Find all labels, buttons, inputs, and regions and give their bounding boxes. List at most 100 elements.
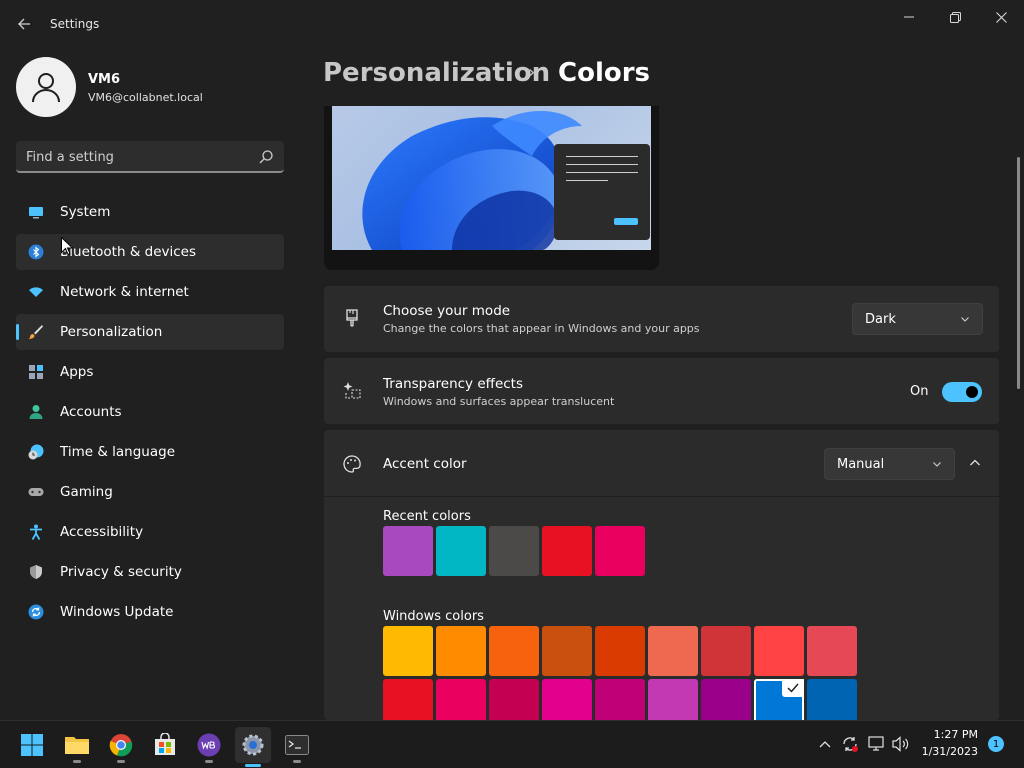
- transparency-card: Transparency effects Windows and surface…: [324, 358, 999, 424]
- network-wired-icon: [868, 736, 884, 751]
- transparency-title: Transparency effects: [383, 376, 523, 392]
- clock-globe-icon: [28, 444, 44, 460]
- chevron-down-icon: [933, 462, 941, 467]
- taskbar-terminal[interactable]: [283, 731, 311, 763]
- search-icon[interactable]: [258, 149, 274, 165]
- sidebar-item-label: Privacy & security: [60, 564, 182, 580]
- checkmark-icon: [782, 679, 804, 697]
- color-swatch[interactable]: [383, 626, 433, 676]
- sidebar-item-time-language[interactable]: Time & language: [16, 434, 284, 470]
- taskbar-file-explorer[interactable]: [63, 731, 91, 763]
- color-swatch[interactable]: [383, 526, 433, 576]
- sample-accent-button: [614, 218, 638, 225]
- store-icon: [155, 733, 175, 755]
- restore-button[interactable]: [932, 6, 978, 28]
- minimize-button[interactable]: [886, 6, 932, 28]
- running-indicator: [293, 760, 301, 763]
- color-swatch[interactable]: [436, 626, 486, 676]
- breadcrumb-parent[interactable]: Personalization: [323, 58, 550, 88]
- paintbrush-icon: [346, 309, 358, 327]
- taskbar-store[interactable]: [151, 731, 179, 759]
- sidebar-item-system[interactable]: System: [16, 194, 284, 230]
- sidebar-item-label: Time & language: [60, 444, 176, 460]
- taskbar: [0, 720, 1024, 768]
- start-button[interactable]: [18, 731, 46, 759]
- color-swatch[interactable]: [489, 626, 539, 676]
- color-swatch[interactable]: [648, 626, 698, 676]
- mode-title: Choose your mode: [383, 303, 511, 319]
- palette-icon: [343, 455, 361, 473]
- collapse-button[interactable]: [964, 452, 986, 474]
- sidebar-item-gaming[interactable]: Gaming: [16, 474, 284, 510]
- tray-volume[interactable]: [892, 735, 910, 753]
- sample-line: [566, 172, 638, 173]
- sidebar-item-bluetooth[interactable]: Bluetooth & devices: [16, 234, 284, 270]
- running-indicator: [73, 760, 81, 763]
- shield-icon: [30, 565, 42, 579]
- back-button[interactable]: [12, 12, 36, 36]
- avatar[interactable]: [16, 57, 76, 117]
- tray-network[interactable]: [868, 735, 886, 753]
- arrow-left-icon: [18, 18, 30, 30]
- color-swatch[interactable]: [542, 526, 592, 576]
- page-title: Colors: [558, 58, 651, 88]
- chevron-up-icon: [970, 459, 980, 466]
- sample-window: [554, 144, 650, 240]
- active-indicator: [245, 764, 261, 767]
- sidebar-item-accounts[interactable]: Accounts: [16, 394, 284, 430]
- color-swatch[interactable]: [436, 526, 486, 576]
- mode-card: Choose your mode Change the colors that …: [324, 286, 999, 352]
- clock-time[interactable]: 1:27 PM: [932, 728, 978, 741]
- taskbar-web-app[interactable]: [195, 731, 223, 763]
- sidebar-item-privacy[interactable]: Privacy & security: [16, 554, 284, 590]
- color-swatch[interactable]: [595, 526, 645, 576]
- transparency-toggle[interactable]: [942, 382, 982, 402]
- notification-badge[interactable]: 1: [988, 736, 1004, 752]
- tray-sync-status[interactable]: [841, 735, 859, 753]
- scrollbar-thumb[interactable]: [1017, 157, 1020, 389]
- mode-dropdown[interactable]: Dark: [852, 303, 983, 335]
- sidebar-item-label: Apps: [60, 364, 94, 380]
- web-app-icon: [197, 733, 221, 757]
- taskbar-settings[interactable]: [235, 727, 271, 767]
- sidebar-item-network[interactable]: Network & internet: [16, 274, 284, 310]
- sidebar-item-label: Accounts: [60, 404, 122, 420]
- running-indicator: [205, 760, 213, 763]
- sidebar-item-windows-update[interactable]: Windows Update: [16, 594, 284, 630]
- start-icon: [21, 734, 43, 756]
- taskbar-chrome[interactable]: [107, 731, 135, 763]
- color-swatch[interactable]: [701, 626, 751, 676]
- close-button[interactable]: [978, 6, 1024, 28]
- chevron-up-icon: [819, 741, 831, 748]
- search-input[interactable]: [26, 147, 246, 167]
- search-box[interactable]: [16, 141, 284, 173]
- mode-value: Dark: [865, 312, 896, 327]
- monitor-icon: [29, 207, 43, 219]
- sidebar-item-label: Personalization: [60, 324, 163, 340]
- mode-description: Change the colors that appear in Windows…: [383, 322, 700, 335]
- brush-icon: [28, 325, 43, 339]
- theme-preview: [324, 106, 659, 270]
- update-icon: [28, 604, 44, 620]
- tray-overflow-button[interactable]: [816, 735, 834, 753]
- person-icon: [29, 405, 43, 419]
- color-swatch[interactable]: [807, 626, 857, 676]
- color-swatch[interactable]: [754, 626, 804, 676]
- file-explorer-icon: [65, 737, 89, 754]
- accent-dropdown[interactable]: Manual: [824, 448, 955, 480]
- chrome-icon: [109, 734, 133, 757]
- clock-date[interactable]: 1/31/2023: [918, 745, 978, 758]
- recent-colors-label: Recent colors: [383, 509, 471, 524]
- color-swatch[interactable]: [489, 526, 539, 576]
- sidebar-item-personalization[interactable]: Personalization: [16, 314, 284, 350]
- settings-icon: [242, 734, 264, 756]
- color-swatch[interactable]: [595, 626, 645, 676]
- sidebar-item-accessibility[interactable]: Accessibility: [16, 514, 284, 550]
- wifi-icon: [29, 287, 43, 297]
- divider: [324, 496, 999, 497]
- color-swatch[interactable]: [542, 626, 592, 676]
- sidebar-nav: System Bluetooth & devices Network & int…: [16, 194, 284, 634]
- running-indicator: [117, 760, 125, 763]
- user-email: VM6@collabnet.local: [88, 91, 203, 104]
- sidebar-item-apps[interactable]: Apps: [16, 354, 284, 390]
